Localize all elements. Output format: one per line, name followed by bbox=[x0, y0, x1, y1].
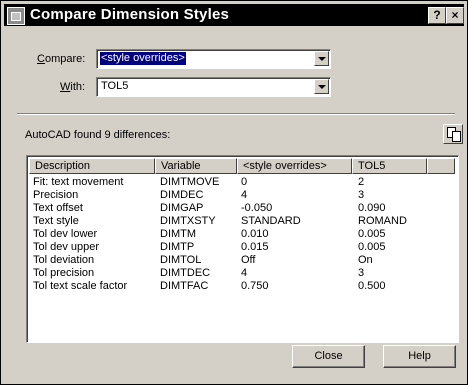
cell-override: 0 bbox=[241, 176, 248, 188]
with-select[interactable]: TOL5 bbox=[96, 77, 331, 97]
title-bar[interactable]: Compare Dimension Styles ? × bbox=[4, 4, 464, 26]
cell-override: 4 bbox=[241, 267, 248, 279]
table-row[interactable]: Text style DIMTXSTY STANDARD ROMAND bbox=[29, 215, 455, 228]
compare-label: Compare: bbox=[37, 53, 86, 65]
cell-description: Fit: text movement bbox=[33, 176, 124, 188]
cell-variable: DIMDEC bbox=[160, 189, 204, 201]
cell-variable: DIMTFAC bbox=[160, 280, 209, 292]
cell-variable: DIMTDEC bbox=[160, 267, 211, 279]
cell-variable: DIMGAP bbox=[160, 202, 204, 214]
cell-override: STANDARD bbox=[241, 215, 301, 227]
table-row[interactable]: Tol precision DIMTDEC 4 3 bbox=[29, 267, 455, 280]
differences-summary: AutoCAD found 9 differences: bbox=[25, 129, 171, 141]
cell-tol5: 0.005 bbox=[358, 228, 386, 240]
cell-description: Text offset bbox=[33, 202, 83, 214]
cell-variable: DIMTOL bbox=[160, 254, 202, 266]
with-label: With: bbox=[60, 81, 86, 93]
cell-override: 0.750 bbox=[241, 280, 269, 292]
cell-tol5: 0.090 bbox=[358, 202, 386, 214]
cell-description: Tol dev upper bbox=[33, 241, 100, 253]
column-header-empty bbox=[427, 158, 455, 174]
cell-override: -0.050 bbox=[241, 202, 273, 214]
cell-variable: DIMTM bbox=[160, 228, 197, 240]
table-row[interactable]: Tol dev upper DIMTP 0.015 0.005 bbox=[29, 241, 455, 254]
compare-select-value: <style overrides> bbox=[99, 51, 187, 66]
cell-override: Off bbox=[241, 254, 256, 266]
compare-dimension-styles-dialog: Compare Dimension Styles ? × Compare: <s… bbox=[0, 0, 468, 385]
copy-to-clipboard-button[interactable] bbox=[443, 124, 463, 144]
table-row[interactable]: Tol text scale factor DIMTFAC 0.750 0.50… bbox=[29, 280, 455, 293]
column-header-description[interactable]: Description bbox=[29, 158, 155, 174]
chevron-down-icon[interactable] bbox=[314, 51, 329, 66]
cell-description: Tol text scale factor bbox=[33, 280, 128, 292]
column-header-style-overrides[interactable]: <style overrides> bbox=[237, 158, 352, 174]
separator bbox=[17, 113, 455, 115]
cell-description: Tol deviation bbox=[33, 254, 95, 266]
cell-tol5: ROMAND bbox=[358, 215, 407, 227]
with-select-value: TOL5 bbox=[101, 80, 129, 92]
cell-override: 4 bbox=[241, 189, 248, 201]
chevron-down-icon[interactable] bbox=[314, 79, 329, 94]
help-button[interactable]: Help bbox=[383, 345, 456, 368]
column-header-variable[interactable]: Variable bbox=[155, 158, 237, 174]
differences-list[interactable]: Description Variable <style overrides> T… bbox=[26, 155, 459, 343]
close-title-button[interactable]: × bbox=[446, 7, 464, 24]
cell-tol5: 0.500 bbox=[358, 280, 386, 292]
help-title-button[interactable]: ? bbox=[428, 7, 446, 24]
cell-override: 0.010 bbox=[241, 228, 269, 240]
column-header-tol5[interactable]: TOL5 bbox=[352, 158, 427, 174]
close-button[interactable]: Close bbox=[292, 345, 365, 368]
cell-variable: DIMTXSTY bbox=[160, 215, 216, 227]
cell-description: Precision bbox=[33, 189, 79, 201]
cell-tol5: 2 bbox=[358, 176, 365, 188]
cell-tol5: 3 bbox=[358, 189, 365, 201]
table-row[interactable]: Fit: text movement DIMTMOVE 0 2 bbox=[29, 176, 455, 189]
cell-tol5: 0.005 bbox=[358, 241, 386, 253]
table-row[interactable]: Text offset DIMGAP -0.050 0.090 bbox=[29, 202, 455, 215]
cell-override: 0.015 bbox=[241, 241, 269, 253]
app-icon bbox=[7, 7, 25, 25]
cell-tol5: 3 bbox=[358, 267, 365, 279]
cell-description: Tol dev lower bbox=[33, 228, 98, 240]
table-row[interactable]: Precision DIMDEC 4 3 bbox=[29, 189, 455, 202]
cell-tol5: On bbox=[358, 254, 373, 266]
cell-variable: DIMTP bbox=[160, 241, 195, 253]
table-row[interactable]: Tol deviation DIMTOL Off On bbox=[29, 254, 455, 267]
window-title: Compare Dimension Styles bbox=[30, 6, 230, 23]
cell-variable: DIMTMOVE bbox=[160, 176, 220, 188]
table-row[interactable]: Tol dev lower DIMTM 0.010 0.005 bbox=[29, 228, 455, 241]
cell-description: Tol precision bbox=[33, 267, 95, 279]
cell-description: Text style bbox=[33, 215, 79, 227]
compare-select[interactable]: <style overrides> bbox=[96, 49, 331, 69]
